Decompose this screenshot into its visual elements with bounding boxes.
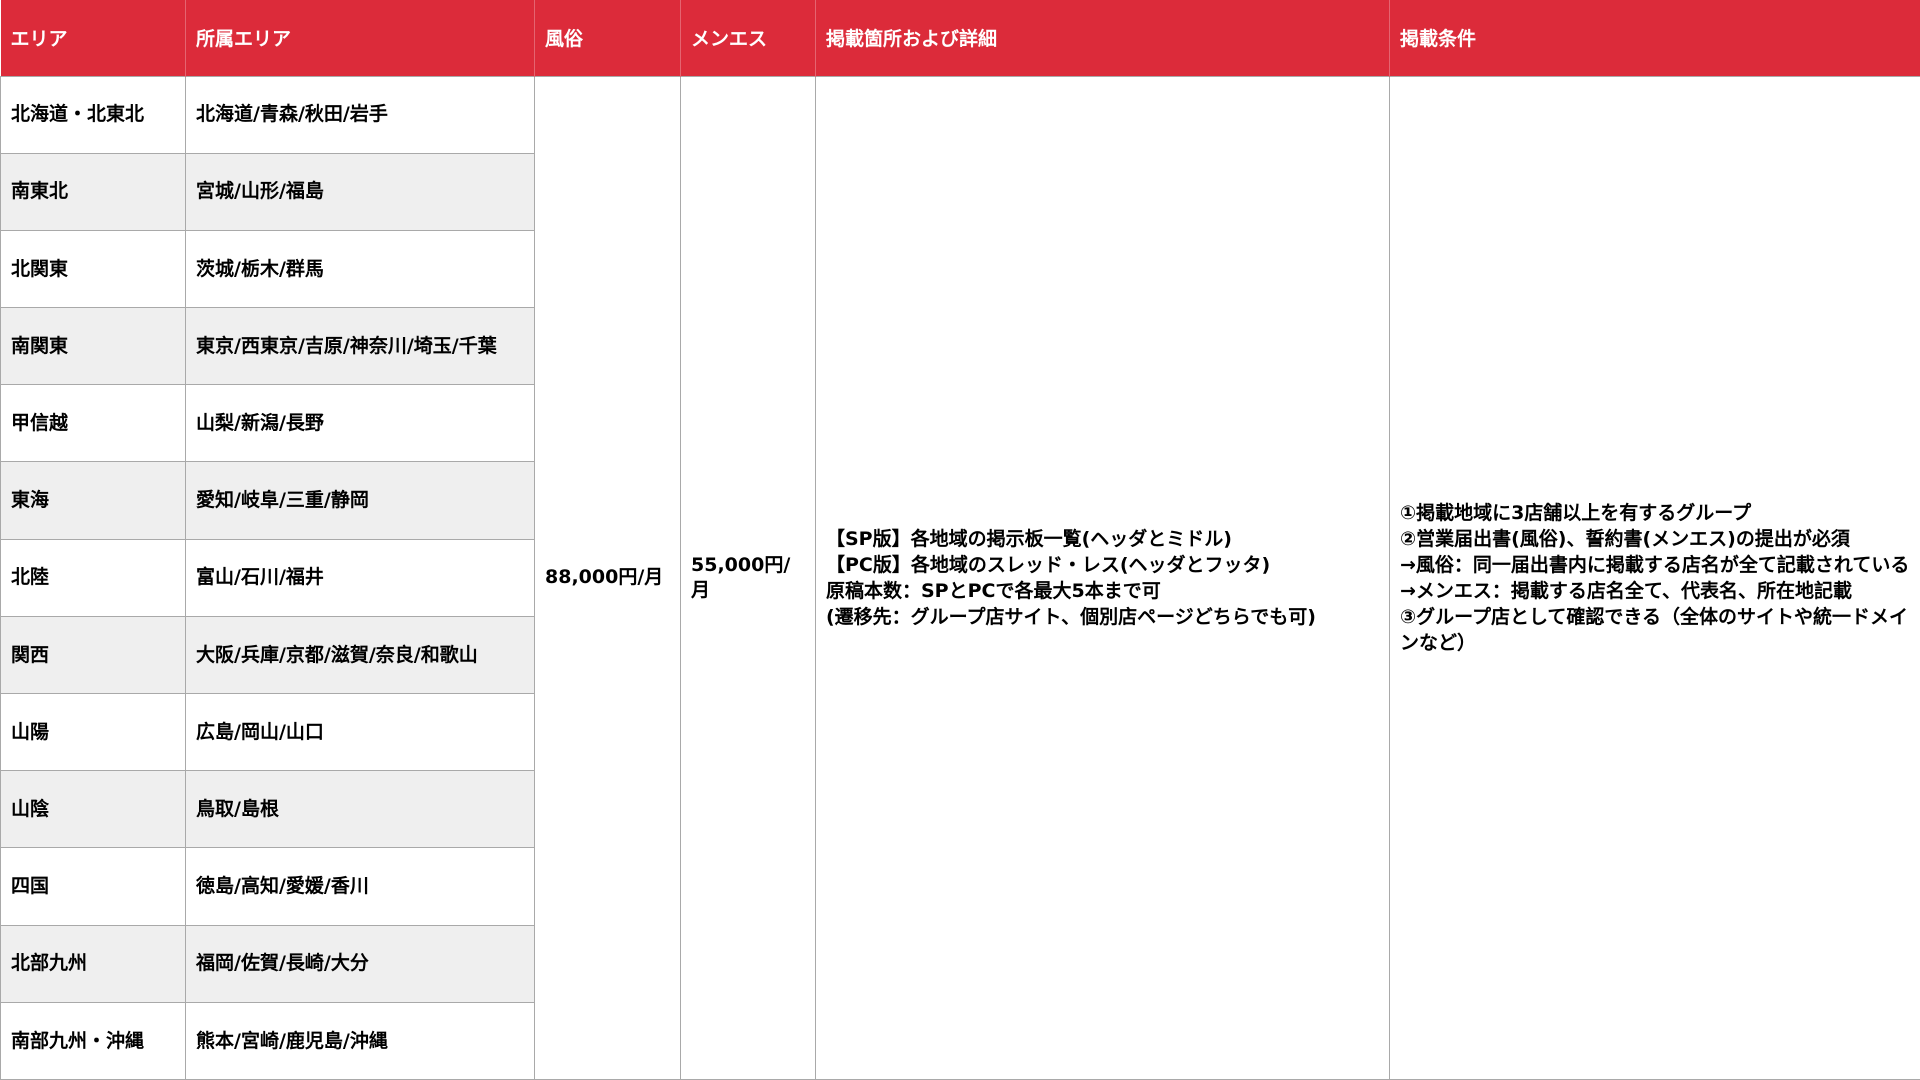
sub-area-cell: 熊本/宮崎/鹿児島/沖縄 (185, 1001, 535, 1080)
area-cell: 山陰 (0, 770, 186, 849)
detail-cell: 【SP版】各地域の掲示板一覧(ヘッダとミドル) 【PC版】各地域のスレッド・レス… (815, 75, 1390, 1080)
sub-area-cell: 東京/西東京/吉原/神奈川/埼玉/千葉 (185, 307, 535, 386)
detail-line: (遷移先：グループ店サイト、個別店ページどちらでも可) (826, 605, 1316, 628)
area-cell: 甲信越 (0, 384, 186, 463)
area-cell: 南東北 (0, 152, 186, 231)
header-menes: メンエス (680, 0, 816, 76)
conditions-cell: ①掲載地域に3店舗以上を有するグループ ②営業届出書(風俗)、誓約書(メンエス)… (1389, 75, 1920, 1080)
area-cell: 北部九州 (0, 924, 186, 1003)
area-cell: 北関東 (0, 229, 186, 309)
pricing-table: エリア 所属エリア 風俗 メンエス 掲載箇所および詳細 掲載条件 北海道・北東北… (0, 0, 1920, 1080)
area-cell: 関西 (0, 615, 186, 695)
table-body: 北海道・北東北 北海道/青森/秋田/岩手 88,000円/月 55,000円/月… (0, 75, 1920, 1080)
sub-area-cell: 徳島/高知/愛媛/香川 (185, 847, 535, 926)
detail-line: 【PC版】各地域のスレッド・レス(ヘッダとフッタ) (826, 553, 1271, 576)
detail-line: 原稿本数：SPとPCで各最大5本まで可 (826, 579, 1161, 602)
condition-line: ②営業届出書(風俗)、誓約書(メンエス)の提出が必須 (1400, 527, 1850, 550)
condition-line: →風俗：同一届出書内に掲載する店名が全て記載されている (1400, 553, 1910, 576)
sub-area-cell: 宮城/山形/福島 (185, 152, 535, 231)
sub-area-cell: 福岡/佐賀/長崎/大分 (185, 924, 535, 1003)
sub-area-cell: 鳥取/島根 (185, 770, 535, 849)
area-cell: 南関東 (0, 307, 186, 386)
area-cell: 北陸 (0, 538, 186, 617)
sub-area-cell: 山梨/新潟/長野 (185, 384, 535, 463)
header-area: エリア (0, 0, 186, 76)
sub-area-cell: 富山/石川/福井 (185, 538, 535, 617)
area-cell: 四国 (0, 847, 186, 926)
area-cell: 北海道・北東北 (0, 75, 186, 154)
condition-line: ①掲載地域に3店舗以上を有するグループ (1400, 501, 1752, 524)
area-cell: 東海 (0, 461, 186, 540)
table-row: 北海道・北東北 北海道/青森/秋田/岩手 88,000円/月 55,000円/月… (0, 75, 1920, 1080)
sub-area-cell: 茨城/栃木/群馬 (185, 229, 535, 309)
header-sub-area: 所属エリア (185, 0, 535, 76)
header-conditions: 掲載条件 (1389, 0, 1920, 76)
sub-area-cell: 広島/岡山/山口 (185, 692, 535, 772)
sub-area-cell: 北海道/青森/秋田/岩手 (185, 75, 535, 154)
header-detail: 掲載箇所および詳細 (815, 0, 1390, 76)
table-header: エリア 所属エリア 風俗 メンエス 掲載箇所および詳細 掲載条件 (0, 0, 1920, 76)
area-cell: 山陽 (0, 692, 186, 772)
price-fuzoku: 88,000円/月 (534, 75, 681, 1080)
area-cell: 南部九州・沖縄 (0, 1001, 186, 1080)
condition-line: →メンエス：掲載する店名全て、代表名、所在地記載 (1400, 579, 1852, 602)
condition-line: ③グループ店として確認できる（全体のサイトや統一ドメインなど） (1400, 605, 1908, 654)
sub-area-cell: 愛知/岐阜/三重/静岡 (185, 461, 535, 540)
header-row: エリア 所属エリア 風俗 メンエス 掲載箇所および詳細 掲載条件 (0, 0, 1920, 76)
sub-area-cell: 大阪/兵庫/京都/滋賀/奈良/和歌山 (185, 615, 535, 695)
header-fuzoku: 風俗 (534, 0, 681, 76)
detail-line: 【SP版】各地域の掲示板一覧(ヘッダとミドル) (826, 527, 1232, 550)
price-menes: 55,000円/月 (680, 75, 816, 1080)
